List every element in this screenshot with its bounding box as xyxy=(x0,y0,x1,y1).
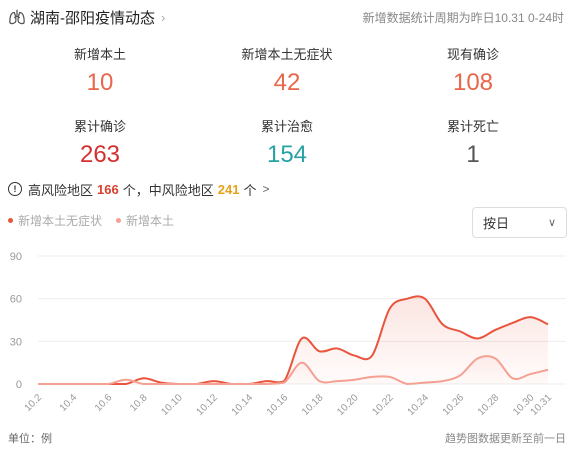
risk-area-summary[interactable]: ! 高风险地区 166 个， 中风险地区 241 个 > xyxy=(8,180,269,198)
y-tick-label: 90 xyxy=(10,251,22,263)
x-tick-label: 10.2 xyxy=(23,392,45,414)
stat-period-note: 新增数据统计周期为昨日10.31 0-24时 xyxy=(362,11,564,25)
legend-label: 新增本土无症状 xyxy=(18,214,103,228)
stat-value: 108 xyxy=(452,69,494,96)
chevron-down-icon: ∨ xyxy=(547,217,556,229)
stat-value: 1 xyxy=(466,141,480,168)
stat-total-deaths: 累计死亡 1 xyxy=(378,116,568,169)
stat-value: 154 xyxy=(266,141,308,168)
stat-total-confirmed: 累计确诊 263 xyxy=(5,116,195,169)
legend-item-new-local[interactable]: 新增本土 xyxy=(116,212,174,229)
stat-label: 新增本土无症状 xyxy=(241,47,333,62)
x-tick-label: 10.4 xyxy=(58,392,80,414)
x-tick-label: 10.28 xyxy=(476,392,502,418)
stat-total-cured: 累计治愈 154 xyxy=(192,116,382,169)
granularity-select-value: 按日 xyxy=(483,216,510,231)
header: 湖南-邵阳疫情动态 › 新增数据统计周期为昨日10.31 0-24时 xyxy=(8,6,566,28)
lungs-icon xyxy=(9,9,25,25)
stat-new-asymptomatic: 新增本土无症状 42 xyxy=(192,44,382,97)
stat-label: 现有确诊 xyxy=(446,47,499,62)
x-tick-label: 10.12 xyxy=(195,392,221,418)
stat-new-local: 新增本土 10 xyxy=(5,44,195,97)
legend-dot xyxy=(116,218,122,223)
legend-label: 新增本土 xyxy=(126,214,175,228)
y-tick-label: 30 xyxy=(10,336,22,348)
x-tick-label: 10.8 xyxy=(128,392,150,414)
stat-label: 累计治愈 xyxy=(260,119,313,134)
stat-value: 263 xyxy=(79,141,121,168)
y-tick-label: 60 xyxy=(10,294,22,306)
high-risk-count: 166 xyxy=(97,181,119,197)
stat-label: 累计确诊 xyxy=(73,119,126,134)
stat-label: 累计死亡 xyxy=(446,119,499,134)
x-tick-label: 10.20 xyxy=(335,392,361,418)
chevron-right-icon[interactable]: > xyxy=(262,182,269,196)
legend-item-asymptomatic[interactable]: 新增本土无症状 xyxy=(8,212,102,229)
high-risk-label: 高风险地区 xyxy=(28,182,94,198)
info-icon: ! xyxy=(8,182,22,196)
update-note: 趋势图数据更新至前一日 xyxy=(445,433,566,445)
x-tick-label: 10.26 xyxy=(441,392,467,418)
y-tick-label: 0 xyxy=(16,379,22,391)
mid-risk-unit: 个 xyxy=(243,182,257,198)
x-tick-label: 10.6 xyxy=(93,392,115,414)
high-risk-unit: 个， xyxy=(122,182,149,198)
mid-risk-count: 241 xyxy=(217,181,240,197)
stat-label: 新增本土 xyxy=(73,47,126,62)
chevron-right-icon[interactable]: › xyxy=(161,10,165,25)
x-tick-label: 10.10 xyxy=(159,392,185,418)
stat-current-confirmed: 现有确诊 108 xyxy=(378,44,568,97)
x-tick-label: 10.16 xyxy=(265,392,291,418)
x-tick-label: 10.31 xyxy=(529,392,555,418)
x-tick-label: 10.22 xyxy=(370,392,396,418)
x-tick-label: 10.14 xyxy=(230,392,256,418)
stat-value: 10 xyxy=(86,69,114,96)
mid-risk-label: 中风险地区 xyxy=(148,182,214,198)
x-tick-label: 10.18 xyxy=(300,392,326,418)
unit-note: 单位：例 xyxy=(8,433,52,445)
stats-grid: 新增本土 10 新增本土无症状 42 现有确诊 108 累计确诊 263 累计治… xyxy=(0,44,574,172)
x-tick-label: 10.24 xyxy=(406,392,432,418)
legend-dot xyxy=(8,218,13,223)
page-title[interactable]: 湖南-邵阳疫情动态 xyxy=(30,7,155,28)
stat-value: 42 xyxy=(273,69,301,96)
trend-chart: 0 30 60 90 10.2 10.4 10.6 10.8 10.10 10.12 10.14 10… xyxy=(10,251,566,418)
chart-legend: 新增本土无症状 新增本土 xyxy=(8,212,188,229)
granularity-select[interactable]: 按日 ∨ xyxy=(472,207,567,238)
